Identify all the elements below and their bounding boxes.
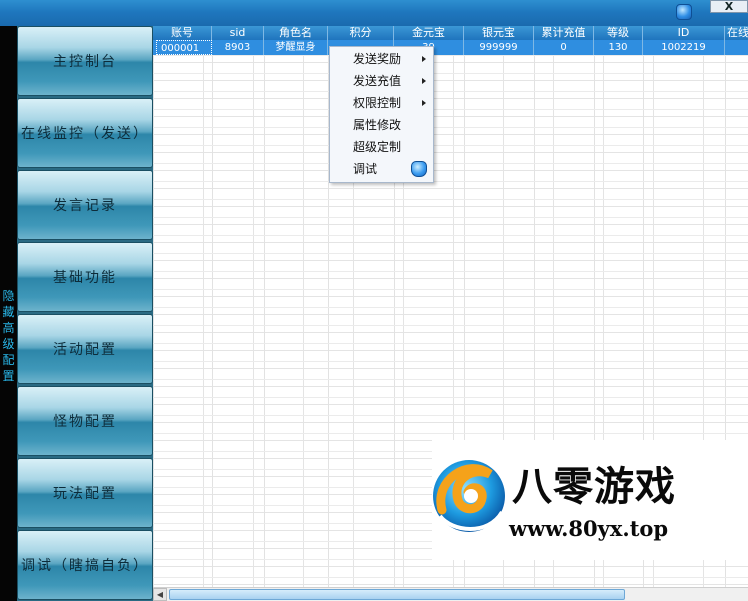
hidden-config-strip[interactable]: 隐藏高级配置 bbox=[0, 26, 17, 601]
watermark-logo-icon bbox=[433, 460, 505, 532]
grid-row-line bbox=[153, 307, 748, 308]
table-row[interactable]: 000001 8903 梦醒显身 39 999999 0 130 1002219 bbox=[153, 40, 748, 55]
submenu-arrow-icon bbox=[422, 56, 426, 62]
watermark-url: www.80yx.top bbox=[509, 516, 669, 541]
menu-item-attributes[interactable]: 属性修改 bbox=[330, 114, 433, 136]
nav-button-console[interactable]: 主控制台 bbox=[17, 26, 153, 96]
grid-row-line bbox=[153, 199, 748, 200]
submenu-arrow-icon bbox=[422, 78, 426, 84]
column-header-points[interactable]: 积分 bbox=[328, 26, 394, 40]
column-header-silver[interactable]: 银元宝 bbox=[464, 26, 534, 40]
menu-item-label: 发送充值 bbox=[353, 74, 402, 88]
column-header-account[interactable]: 账号 bbox=[153, 26, 212, 40]
cell-online[interactable] bbox=[725, 40, 748, 55]
grid-row-line bbox=[153, 343, 748, 344]
grid-row-line bbox=[153, 253, 748, 254]
grid-row-line bbox=[153, 379, 748, 380]
menu-item-label: 属性修改 bbox=[353, 118, 402, 132]
grid-row-line bbox=[153, 91, 748, 92]
nav-button-monster[interactable]: 怪物配置 bbox=[17, 386, 153, 456]
column-header-online[interactable]: 在线 bbox=[725, 26, 748, 40]
app-gem-icon bbox=[676, 4, 692, 20]
nav-panel: 主控制台 在线监控（发送） 发言记录 基础功能 活动配置 怪物配置 玩法配置 调… bbox=[17, 26, 153, 601]
nav-button-chat-log[interactable]: 发言记录 bbox=[17, 170, 153, 240]
horizontal-scrollbar[interactable]: ◀ bbox=[153, 587, 748, 601]
column-header-role[interactable]: 角色名 bbox=[264, 26, 328, 40]
hidden-config-label[interactable]: 隐藏高级配置 bbox=[1, 288, 16, 384]
menu-item-send-recharge[interactable]: 发送充值 bbox=[330, 70, 433, 92]
nav-button-online-monitor[interactable]: 在线监控（发送） bbox=[17, 98, 153, 168]
menu-item-label: 发送奖励 bbox=[353, 52, 402, 66]
nav-button-gameplay[interactable]: 玩法配置 bbox=[17, 458, 153, 528]
cell-recharge[interactable]: 0 bbox=[534, 40, 594, 55]
grid-row-line bbox=[153, 181, 748, 182]
grid-row-line bbox=[153, 73, 748, 74]
column-header-sid[interactable]: sid bbox=[212, 26, 264, 40]
scroll-left-icon[interactable]: ◀ bbox=[153, 588, 167, 601]
cell-silver[interactable]: 999999 bbox=[464, 40, 534, 55]
gem-icon bbox=[411, 161, 427, 177]
cell-sid[interactable]: 8903 bbox=[212, 40, 264, 55]
grid-row-line bbox=[153, 127, 748, 128]
grid-row-line bbox=[153, 361, 748, 362]
grid-row-line bbox=[153, 397, 748, 398]
grid-row-line bbox=[153, 415, 748, 416]
menu-item-debug[interactable]: 调试 bbox=[330, 158, 433, 180]
grid-row-line bbox=[153, 433, 748, 434]
nav-button-activity[interactable]: 活动配置 bbox=[17, 314, 153, 384]
grid-row-line bbox=[153, 109, 748, 110]
column-header-id[interactable]: ID bbox=[643, 26, 725, 40]
grid-row-line bbox=[153, 55, 748, 56]
grid-row-line bbox=[153, 289, 748, 290]
grid-row-line bbox=[153, 163, 748, 164]
menu-item-label: 调试 bbox=[353, 162, 378, 176]
column-header-recharge[interactable]: 累计充值 bbox=[534, 26, 594, 40]
cell-role[interactable]: 梦醒显身 bbox=[264, 40, 328, 55]
grid-row-line bbox=[153, 217, 748, 218]
menu-item-label: 权限控制 bbox=[353, 96, 402, 110]
grid-row-line bbox=[153, 145, 748, 146]
nav-button-basic[interactable]: 基础功能 bbox=[17, 242, 153, 312]
grid-row-line bbox=[153, 577, 748, 578]
grid-row-line bbox=[153, 271, 748, 272]
cell-account[interactable]: 000001 bbox=[156, 40, 212, 55]
menu-item-label: 超级定制 bbox=[353, 140, 402, 154]
menu-item-permission[interactable]: 权限控制 bbox=[330, 92, 433, 114]
title-bar: X bbox=[0, 0, 748, 26]
cell-id[interactable]: 1002219 bbox=[643, 40, 725, 55]
menu-item-custom[interactable]: 超级定制 bbox=[330, 136, 433, 158]
grid-header: 账号 sid 角色名 积分 金元宝 银元宝 累计充值 等级 ID 在线 bbox=[153, 26, 748, 40]
menu-item-send-reward[interactable]: 发送奖励 bbox=[330, 48, 433, 70]
cell-level[interactable]: 130 bbox=[594, 40, 643, 55]
column-header-gold[interactable]: 金元宝 bbox=[394, 26, 464, 40]
context-menu: 发送奖励 发送充值 权限控制 属性修改 超级定制 调试 bbox=[329, 46, 434, 183]
grid-row-line bbox=[153, 325, 748, 326]
nav-button-debug[interactable]: 调试（瞎搞自负） bbox=[17, 530, 153, 600]
submenu-arrow-icon bbox=[422, 100, 426, 106]
watermark-title: 八零游戏 bbox=[512, 464, 676, 510]
grid-row-line bbox=[153, 235, 748, 236]
column-header-level[interactable]: 等级 bbox=[594, 26, 643, 40]
close-button[interactable]: X bbox=[710, 0, 748, 13]
scroll-thumb[interactable] bbox=[169, 589, 625, 600]
